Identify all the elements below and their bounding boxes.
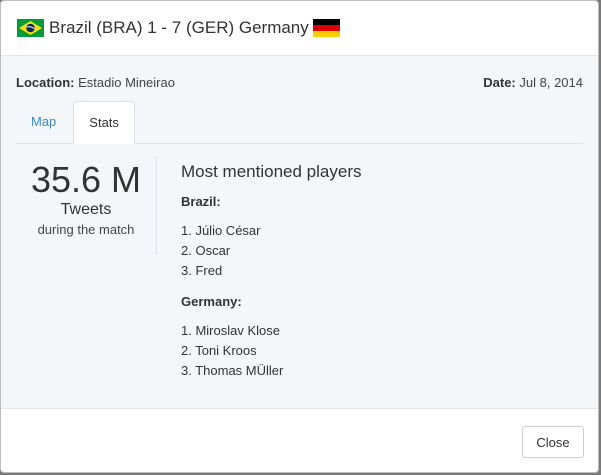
modal-header: Brazil (BRA) 1 - 7 (GER) Germany (1, 1, 598, 56)
tweet-stat: 35.6 M Tweets during the match (16, 156, 157, 255)
list-item: 3. Thomas MÜller (181, 363, 284, 378)
players-title: Most mentioned players (181, 162, 362, 181)
tab-bar: Map Stats (16, 101, 583, 144)
list-item: 1. Júlio César (181, 223, 261, 238)
list-item: 3. Fred (181, 263, 223, 278)
tab-map[interactable]: Map (16, 101, 71, 143)
date: Date: Jul 8, 2014 (483, 75, 583, 101)
tweet-unit: Tweets (60, 201, 112, 218)
location-label: Location: (16, 75, 75, 90)
location: Location: Estadio Mineirao (16, 75, 175, 101)
modal-footer: Close (1, 408, 598, 472)
brazil-flag-icon (17, 19, 44, 37)
tweet-count: 35.6 M (30, 159, 142, 200)
list-item: 2. Oscar (181, 243, 231, 258)
close-button[interactable]: Close (522, 426, 584, 458)
list-item: 1. Miroslav Klose (181, 323, 280, 338)
player-list-brazil: 1. Júlio César 2. Oscar 3. Fred (181, 221, 361, 281)
team-label-brazil: Brazil: (181, 194, 221, 209)
date-label: Date: (483, 75, 516, 90)
tweet-caption: during the match (37, 222, 135, 237)
list-item: 2. Toni Kroos (181, 343, 257, 358)
match-title: Brazil (BRA) 1 - 7 (GER) Germany (49, 18, 309, 37)
most-mentioned-players: Most mentioned players Brazil: 1. Júlio … (157, 156, 361, 394)
player-list-germany: 1. Miroslav Klose 2. Toni Kroos 3. Thoma… (181, 321, 361, 381)
stats-panel: 35.6 M Tweets during the match Most ment… (16, 144, 583, 394)
match-modal: Brazil (BRA) 1 - 7 (GER) Germany Locatio… (0, 0, 599, 473)
date-value: Jul 8, 2014 (519, 75, 583, 90)
match-meta: Location: Estadio Mineirao Date: Jul 8, … (16, 56, 583, 101)
modal-body: Location: Estadio Mineirao Date: Jul 8, … (1, 56, 598, 408)
team-label-germany: Germany: (181, 294, 242, 309)
tab-stats[interactable]: Stats (73, 101, 135, 144)
germany-flag-icon (312, 19, 340, 37)
location-value: Estadio Mineirao (78, 75, 175, 90)
